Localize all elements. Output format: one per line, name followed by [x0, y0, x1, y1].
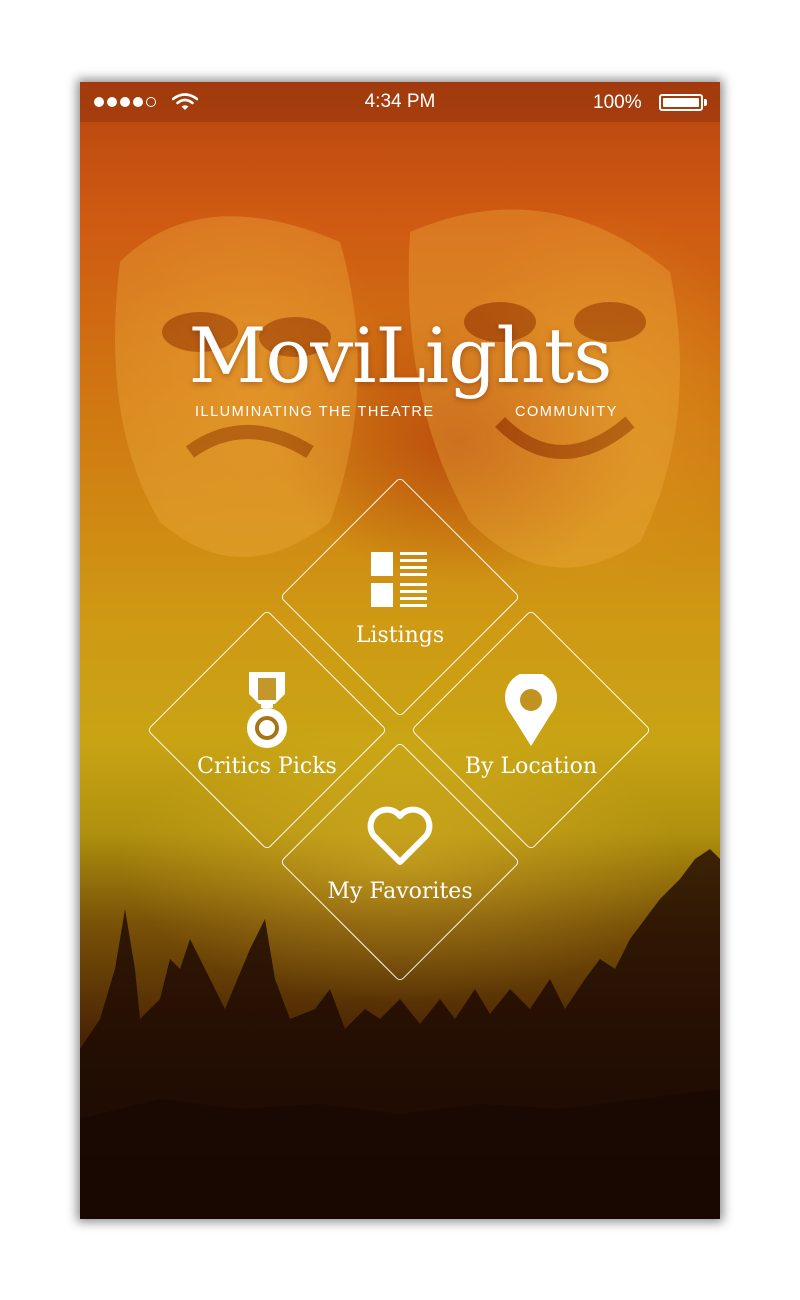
app-screen: 4:34 PM 100% MoviLights ILLUMINATING THE…	[80, 82, 720, 1219]
status-bar: 4:34 PM 100%	[80, 82, 720, 122]
tagline-right: COMMUNITY	[515, 404, 618, 420]
battery-percentage: 100%	[593, 92, 642, 113]
heart-icon	[367, 806, 433, 865]
map-pin-icon	[505, 674, 557, 746]
app-logo-title: MoviLights	[188, 311, 613, 400]
my-favorites-tile[interactable]: My Favorites	[279, 741, 521, 983]
my-favorites-label: My Favorites	[327, 879, 473, 904]
battery-tip	[704, 99, 707, 106]
battery-icon	[659, 94, 703, 111]
medal-icon	[247, 672, 287, 748]
list-grid-icon	[371, 552, 427, 607]
tagline-left: ILLUMINATING THE THEATRE	[195, 404, 435, 420]
battery-level	[663, 98, 699, 107]
